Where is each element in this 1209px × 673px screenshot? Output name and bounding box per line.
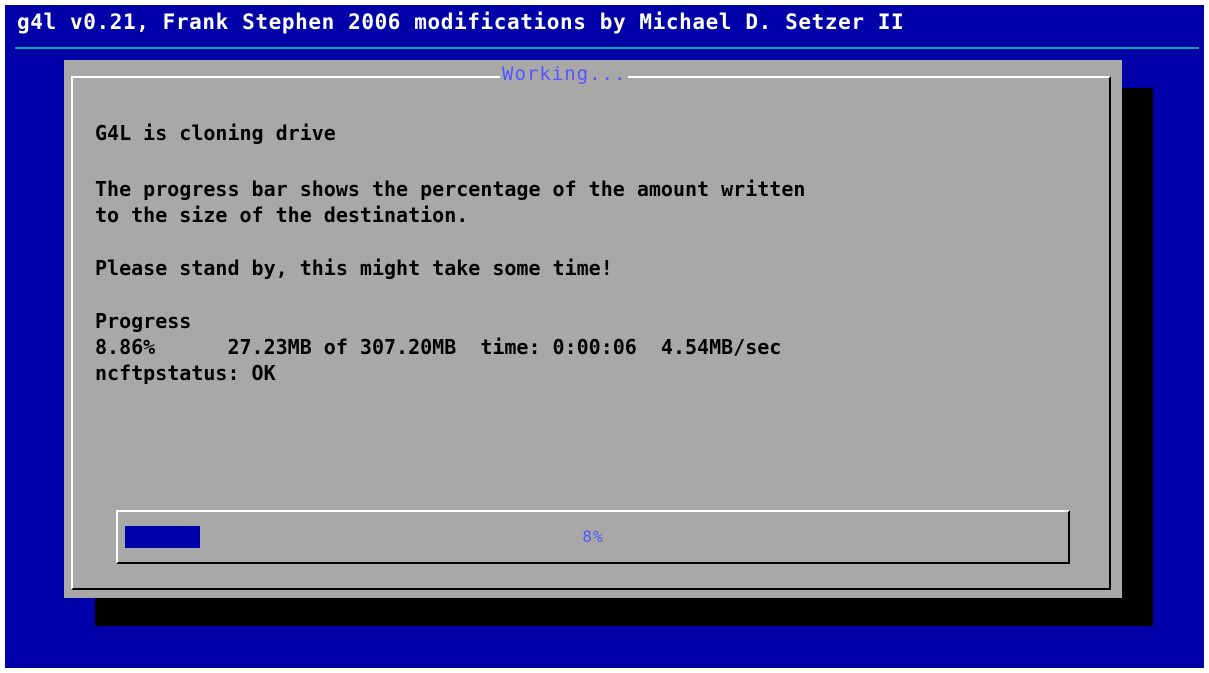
ncftp-status: ncftpstatus: OK bbox=[95, 361, 276, 385]
progress-gauge: 8% bbox=[116, 510, 1070, 564]
progress-label: Progress bbox=[95, 309, 192, 333]
description-line-2: to the size of the destination. bbox=[95, 203, 469, 227]
dialog-title: Working... bbox=[500, 62, 629, 86]
progress-stats: 8.86% 27.23MB of 307.20MB time: 0:00:06 … bbox=[95, 335, 782, 359]
description-line-1: The progress bar shows the percentage of… bbox=[95, 177, 806, 201]
progress-percent-label: 8% bbox=[582, 527, 604, 546]
status-heading: G4L is cloning drive bbox=[95, 121, 336, 145]
backtitle: g4l v0.21, Frank Stephen 2006 modificati… bbox=[17, 10, 905, 34]
backtitle-divider bbox=[15, 47, 1199, 49]
progress-track: 8% bbox=[125, 526, 1061, 548]
standby-message: Please stand by, this might take some ti… bbox=[95, 256, 613, 280]
gauge-dialog: Working... G4L is cloning drive The prog… bbox=[64, 60, 1122, 598]
terminal-screen: g4l v0.21, Frank Stephen 2006 modificati… bbox=[5, 5, 1204, 668]
